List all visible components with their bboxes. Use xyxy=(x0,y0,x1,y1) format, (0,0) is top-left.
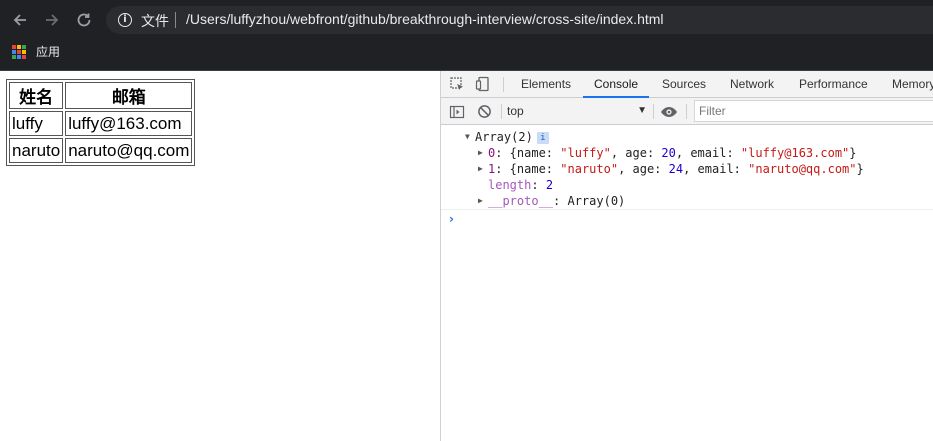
url-divider xyxy=(175,12,176,28)
console-item-0[interactable]: ▶ 0: {name: "luffy", age: 20, email: "luf… xyxy=(478,145,857,161)
table-header-row: 姓名 邮箱 xyxy=(9,82,193,109)
eye-icon[interactable] xyxy=(660,104,678,120)
console-divider xyxy=(441,209,933,210)
length-value: 2 xyxy=(545,178,554,192)
browser-toolbar: i 文件 /Users/luffyzhou/webfront/github/br… xyxy=(0,0,933,40)
back-button[interactable] xyxy=(8,8,32,32)
filter-input[interactable] xyxy=(695,101,925,121)
file-scheme-label: 文件 xyxy=(141,14,169,30)
tab-memory[interactable]: Memory xyxy=(892,71,933,98)
user-table: 姓名 邮箱 luffy luffy@163.com naruto naruto@… xyxy=(6,79,196,166)
expanded-triangle-icon[interactable]: ▼ xyxy=(465,129,475,145)
dropdown-arrow-icon: ▼ xyxy=(637,105,647,116)
reload-icon xyxy=(77,13,91,27)
collapsed-triangle-icon[interactable]: ▶ xyxy=(478,193,488,209)
item-email-value: "luffy@163.com" xyxy=(740,146,850,160)
devtools-tab-bar: Elements Console Sources Network Perform… xyxy=(441,71,933,98)
reload-button[interactable] xyxy=(72,8,96,32)
devtools-panel: Elements Console Sources Network Perform… xyxy=(440,71,933,441)
item-name-value: "luffy" xyxy=(560,146,611,160)
tab-performance[interactable]: Performance xyxy=(799,71,868,98)
tab-network[interactable]: Network xyxy=(730,71,774,98)
console-array-line[interactable]: ▼ Array(2) i xyxy=(465,129,549,145)
tab-console[interactable]: Console xyxy=(583,71,650,98)
proto-key: __proto__ xyxy=(488,194,554,208)
toolbar-divider xyxy=(501,104,502,119)
tab-sources[interactable]: Sources xyxy=(662,71,706,98)
console-length-line: length: 2 xyxy=(488,178,554,192)
arrow-right-icon xyxy=(46,14,59,26)
item-email-value: "naruto@qq.com" xyxy=(748,162,857,176)
console-output: ▼ Array(2) i ▶ 0: {name: "luffy", age: 20, … xyxy=(441,125,933,441)
console-toolbar: top ▼ xyxy=(441,98,933,125)
url-text[interactable]: /Users/luffyzhou/webfront/github/breakth… xyxy=(186,11,664,27)
toolbar-divider xyxy=(653,104,654,119)
table-row: luffy luffy@163.com xyxy=(9,111,193,136)
context-select[interactable]: top ▼ xyxy=(507,102,647,120)
console-item-1[interactable]: ▶ 1: {name: "naruto", age: 24, email: "na… xyxy=(478,161,864,177)
item-name-value: "naruto" xyxy=(560,162,619,176)
address-bar[interactable]: i 文件 /Users/luffyzhou/webfront/github/br… xyxy=(106,6,933,34)
inspect-element-icon[interactable] xyxy=(449,76,465,92)
context-select-value: top xyxy=(507,104,524,118)
forward-button[interactable] xyxy=(40,8,64,32)
item-age-value: 20 xyxy=(661,146,676,160)
array-label: Array(2) xyxy=(475,130,533,144)
arrow-left-icon xyxy=(13,14,26,26)
page-viewport: 姓名 邮箱 luffy luffy@163.com naruto naruto@… xyxy=(0,71,440,441)
header-email: 邮箱 xyxy=(65,82,193,109)
device-toolbar-icon[interactable] xyxy=(475,76,491,92)
table-cell-email: naruto@qq.com xyxy=(65,138,193,163)
item-age-value: 24 xyxy=(668,162,684,176)
collapsed-triangle-icon[interactable]: ▶ xyxy=(478,161,488,177)
table-row: naruto naruto@qq.com xyxy=(9,138,193,163)
info-badge-icon: i xyxy=(536,132,549,144)
header-name: 姓名 xyxy=(9,82,64,109)
info-icon[interactable]: i xyxy=(118,13,132,27)
tab-elements[interactable]: Elements xyxy=(521,71,571,98)
console-prompt[interactable]: › xyxy=(449,212,454,226)
proto-value: Array(0) xyxy=(567,194,626,208)
table-cell-name: naruto xyxy=(9,138,64,163)
clear-console-icon[interactable] xyxy=(477,104,492,119)
collapsed-triangle-icon[interactable]: ▶ xyxy=(478,145,488,161)
bookmarks-bar: 应用 xyxy=(0,40,933,71)
apps-grid-icon[interactable] xyxy=(12,45,26,59)
filter-box xyxy=(694,100,933,122)
table-cell-email: luffy@163.com xyxy=(65,111,193,136)
tab-divider xyxy=(503,77,504,92)
sidebar-toggle-icon[interactable] xyxy=(449,104,465,120)
console-proto-line[interactable]: ▶ __proto__: Array(0) xyxy=(478,193,625,209)
apps-bookmark-label[interactable]: 应用 xyxy=(36,43,60,60)
length-key: length xyxy=(488,178,532,192)
toolbar-divider xyxy=(686,104,687,119)
table-cell-name: luffy xyxy=(9,111,64,136)
